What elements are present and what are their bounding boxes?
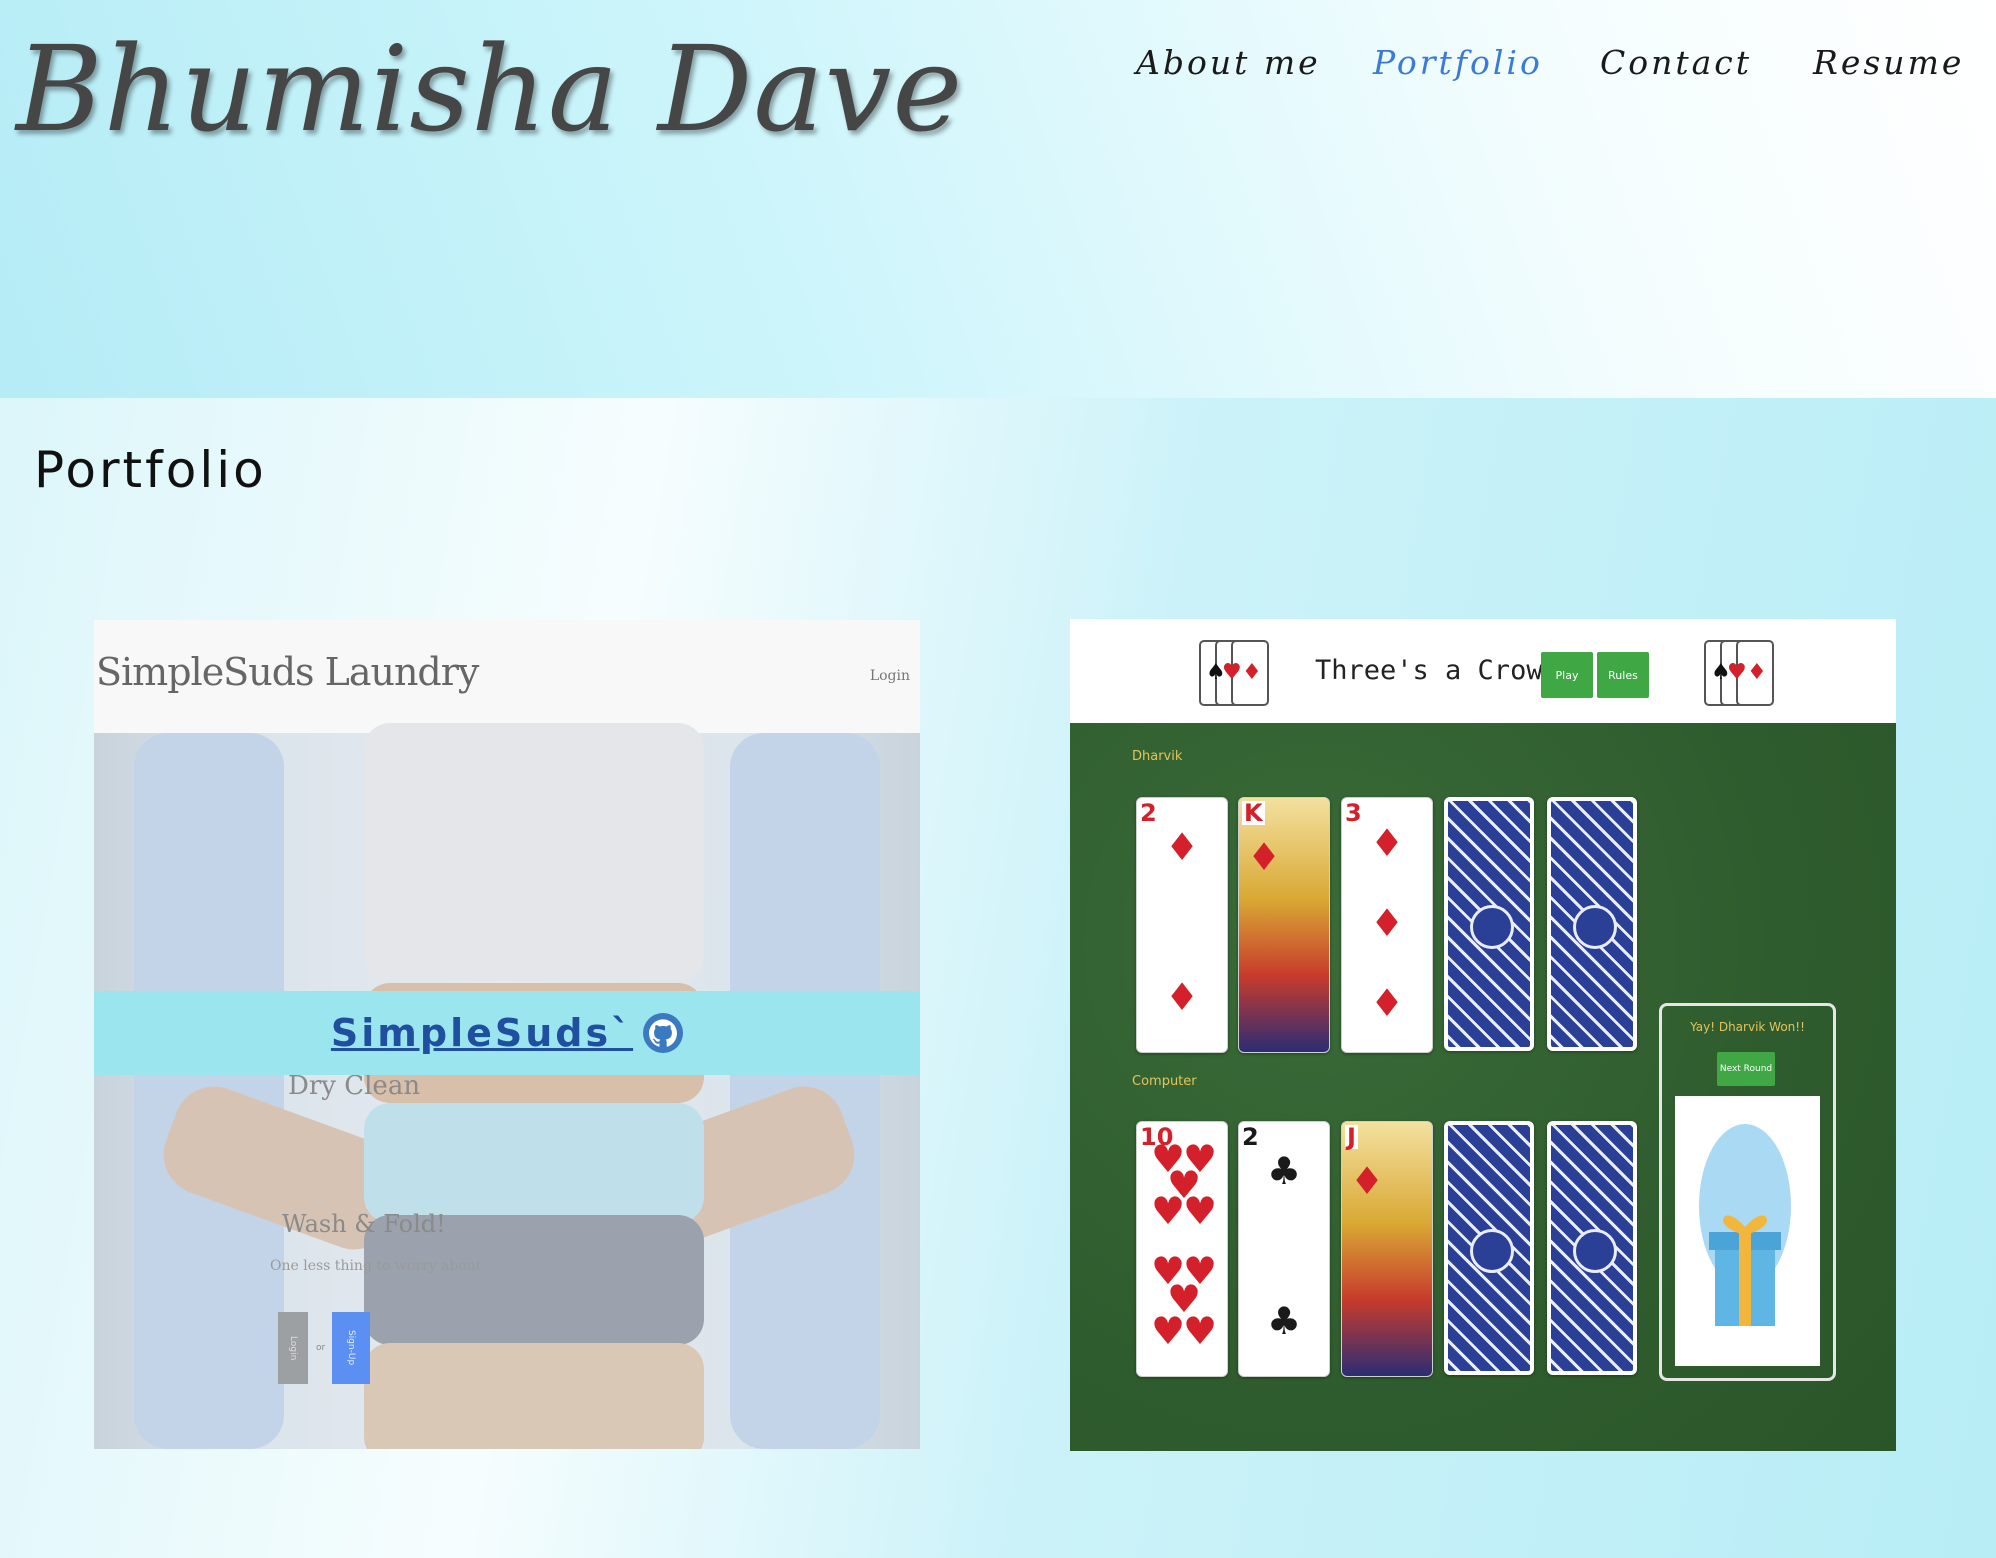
gift-image [1675, 1096, 1820, 1366]
club-icon: ♣ [1267, 1149, 1302, 1193]
nav-about-me[interactable]: About me [1136, 38, 1321, 88]
card-rank: J [1345, 1123, 1358, 1151]
heart-icon: ♥ [1151, 1309, 1186, 1353]
diamond-icon: ♦ [1165, 825, 1200, 869]
diamond-icon: ♦ [1370, 981, 1405, 1025]
game-title: Three's a Crowd [1315, 655, 1559, 686]
github-icon[interactable] [643, 1013, 684, 1053]
github-icon-glyph [649, 1019, 678, 1047]
player-card: 3 ♦ ♦ ♦ [1341, 797, 1433, 1053]
player-card: K ♦ [1238, 797, 1330, 1053]
site-title[interactable]: Bhumisha Dave [16, 14, 963, 164]
towel-white [364, 723, 704, 981]
diamond-icon: ♦ [1247, 835, 1282, 879]
screenshot-game-header: ♠ ♥ ♦ Three's a Crowd Play Rules ♠ ♥ ♦ [1070, 619, 1896, 723]
club-icon: ♣ [1267, 1299, 1302, 1343]
screenshot-rules-button: Rules [1597, 652, 1649, 698]
site-header: Bhumisha Dave About me Portfolio Contact… [0, 0, 1996, 398]
nav-resume[interactable]: Resume [1813, 38, 1964, 88]
screenshot-login-link: Login [869, 668, 910, 684]
screenshot-tagline-3: One less thing to worry about [270, 1258, 482, 1274]
game-table: Dharvik 2 ♦ ♦ K ♦ 3 ♦ ♦ ♦ Computer 10 ♥ … [1070, 723, 1896, 1451]
svg-text:♥: ♥ [1727, 660, 1747, 685]
screenshot-navbar: SimpleSuds Laundry Login [94, 620, 920, 733]
screenshot-tagline-1: Dry Clean [288, 1071, 421, 1101]
computer-label: Computer [1132, 1074, 1197, 1089]
computer-card: 2 ♣ ♣ [1238, 1121, 1330, 1377]
screenshot-play-button: Play [1541, 652, 1593, 698]
svg-text:♦: ♦ [1747, 660, 1767, 685]
cards-logo-icon: ♠ ♥ ♦ [1704, 640, 1774, 706]
towel-beige [364, 1343, 704, 1449]
card-back [1444, 1121, 1534, 1375]
project-card-simplesuds[interactable]: SimpleSuds Laundry Login Dry Clean Wash … [94, 620, 920, 1449]
project-card-threes-a-crowd[interactable]: ♠ ♥ ♦ Three's a Crowd Play Rules ♠ ♥ ♦ D… [1070, 619, 1896, 1451]
diamond-icon: ♦ [1370, 901, 1405, 945]
screenshot-next-round-button: Next Round [1717, 1052, 1775, 1086]
winner-panel: Yay! Dharvik Won!! Next Round [1659, 1003, 1836, 1381]
screenshot-or-text: or [316, 1343, 326, 1353]
win-message: Yay! Dharvik Won!! [1690, 1020, 1805, 1034]
diamond-icon: ♦ [1165, 975, 1200, 1019]
project-title[interactable]: SimpleSuds` [331, 1011, 633, 1055]
card-back [1547, 1121, 1637, 1375]
gift-icon [1699, 1124, 1791, 1326]
screenshot-tagline-2: Wash & Fold! [282, 1210, 446, 1238]
portfolio-section: Portfolio SimpleSuds Laundry Login Dry C… [0, 398, 1996, 1558]
nav-contact[interactable]: Contact [1600, 38, 1752, 88]
heart-icon: ♥ [1183, 1309, 1218, 1353]
diamond-icon: ♦ [1350, 1159, 1385, 1203]
section-heading: Portfolio [34, 441, 267, 499]
player-card: 2 ♦ ♦ [1136, 797, 1228, 1053]
screenshot-hero-image: Dry Clean Wash & Fold! One less thing to… [94, 723, 920, 1449]
svg-text:♦: ♦ [1242, 660, 1262, 685]
svg-text:♥: ♥ [1222, 660, 1242, 685]
diamond-icon: ♦ [1370, 821, 1405, 865]
computer-card: 10 ♥ ♥ ♥ ♥ ♥ ♥ ♥ ♥ ♥ ♥ [1136, 1121, 1228, 1377]
player-label: Dharvik [1132, 749, 1183, 764]
card-rank: K [1242, 799, 1265, 827]
heart-icon: ♥ [1167, 1163, 1202, 1207]
screenshot-brand: SimpleSuds Laundry [96, 650, 479, 694]
nav-portfolio[interactable]: Portfolio [1373, 38, 1543, 88]
card-rank: 2 [1242, 1123, 1259, 1151]
cards-logo-icon: ♠ ♥ ♦ [1199, 640, 1269, 706]
card-back [1547, 797, 1637, 1051]
towel-blue [364, 1103, 704, 1223]
computer-card: J ♦ [1341, 1121, 1433, 1377]
card-back [1444, 797, 1534, 1051]
card-rank: 2 [1140, 799, 1157, 827]
screenshot-login-button: Login [278, 1312, 308, 1384]
screenshot-signup-button: Sign-Up [332, 1312, 370, 1384]
card-rank: 3 [1345, 799, 1362, 827]
project-title-overlay: SimpleSuds` [94, 991, 920, 1075]
project-link-simplesuds[interactable]: SimpleSuds` [94, 991, 920, 1075]
